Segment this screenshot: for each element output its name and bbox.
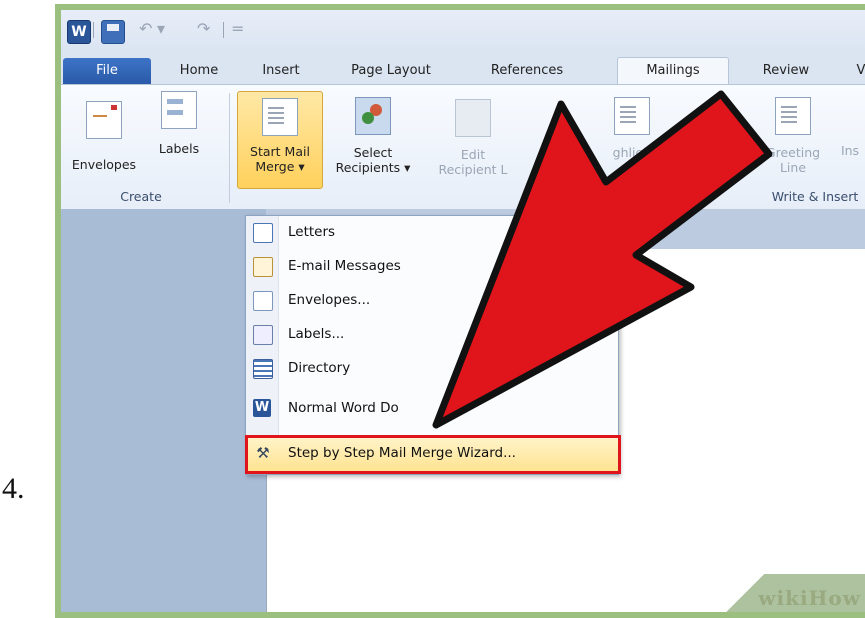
step-number: 4. [2,472,25,505]
arrow-shape [432,90,773,429]
wikihow-watermark: wikiHow [725,574,865,612]
red-arrow-annotation [432,90,773,429]
watermark-text: wikiHow [758,586,861,610]
screenshot-frame: W ↶ ▾ ↷ = File Home Insert Page Layout R… [55,4,865,618]
word-window: W ↶ ▾ ↷ = File Home Insert Page Layout R… [61,10,865,612]
